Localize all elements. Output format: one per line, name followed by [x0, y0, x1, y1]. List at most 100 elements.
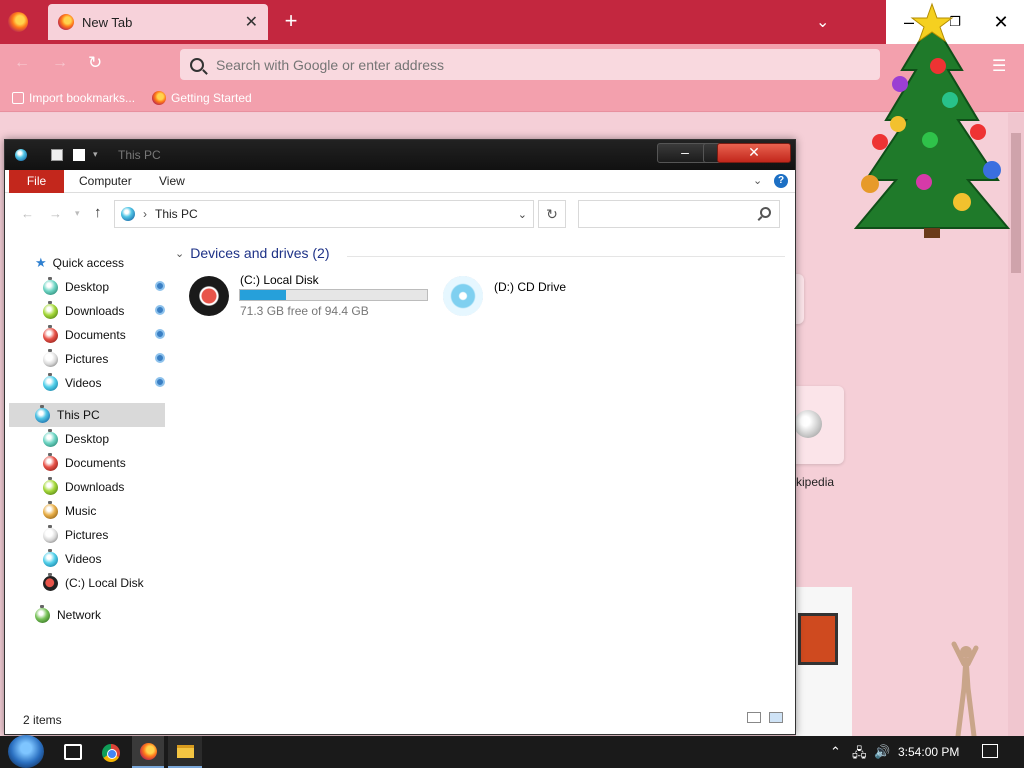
back-arrow-icon[interactable]: ← — [14, 54, 30, 72]
pin-icon — [155, 353, 165, 363]
wikipedia-globe-icon — [794, 410, 822, 438]
bookmark-getting-started[interactable]: Getting Started — [152, 91, 252, 105]
explorer-forward-icon[interactable]: → — [49, 206, 62, 221]
tab-new-tab[interactable]: New Tab ✕ — [48, 4, 268, 40]
nav-network[interactable]: Network — [9, 603, 165, 627]
nav-label: Quick access — [52, 256, 125, 270]
nav-this-pc[interactable]: This PC — [9, 403, 165, 427]
firefox-favicon-icon — [58, 14, 74, 30]
group-divider — [347, 256, 785, 257]
this-pc-icon — [121, 207, 135, 221]
firefox-icon — [140, 743, 157, 760]
nav-pc-local-disk[interactable]: (C:) Local Disk — [9, 571, 165, 595]
nav-quick-desktop[interactable]: Desktop — [9, 275, 165, 299]
taskbar-file-explorer[interactable] — [168, 736, 202, 768]
close-tab-icon[interactable]: ✕ — [245, 12, 258, 32]
pin-icon — [155, 329, 165, 339]
breadcrumb-bar[interactable]: › This PC ⌄ — [114, 200, 534, 228]
usage-fill — [240, 290, 286, 300]
nav-quick-pictures[interactable]: Pictures — [9, 347, 165, 371]
nav-label: (C:) Local Disk — [65, 576, 144, 590]
drive-d-name: (D:) CD Drive — [494, 280, 566, 294]
documents-icon — [43, 452, 58, 471]
nav-label: Desktop — [65, 432, 110, 446]
tab-view[interactable]: View — [145, 170, 199, 193]
nav-quick-access[interactable]: ★ Quick access — [9, 251, 165, 275]
cd-drive-icon — [443, 276, 483, 316]
explorer-back-icon[interactable]: ← — [21, 206, 34, 221]
breadcrumb[interactable]: This PC — [155, 207, 518, 221]
address-bar[interactable] — [180, 49, 880, 80]
status-bar — [5, 712, 795, 734]
documents-icon — [43, 324, 58, 343]
firefox-favicon-icon — [152, 91, 166, 105]
network-icon — [35, 604, 50, 623]
chrome-icon[interactable] — [102, 744, 120, 762]
action-center-icon[interactable] — [982, 744, 998, 758]
local-disk-icon — [189, 276, 229, 316]
forward-arrow-icon[interactable]: → — [52, 54, 68, 72]
recent-locations-chevron-icon[interactable]: ▾ — [75, 208, 80, 219]
nav-label: Downloads — [65, 480, 125, 494]
drive-c-name: (C:) Local Disk — [240, 273, 319, 287]
bookmark-import[interactable]: Import bookmarks... — [12, 91, 135, 105]
list-all-tabs-chevron-icon[interactable]: ⌄ — [816, 12, 829, 32]
file-explorer-window: ▾ This PC ‒ ▭ ✕ File Computer View ⌄ ? ←… — [4, 139, 796, 735]
bookmark-label: Import bookmarks... — [29, 91, 136, 105]
customize-qat-chevron-icon[interactable]: ▾ — [93, 149, 105, 161]
bookmark-label: Getting Started — [171, 91, 252, 105]
this-pc-icon — [35, 404, 50, 423]
up-arrow-icon[interactable]: ↑ — [94, 204, 102, 221]
properties-icon[interactable] — [51, 149, 63, 161]
reload-icon[interactable]: ↻ — [88, 53, 102, 73]
address-input[interactable] — [216, 56, 870, 73]
new-folder-icon[interactable] — [73, 149, 85, 161]
drive-c-free-space: 71.3 GB free of 94.4 GB — [240, 304, 369, 318]
network-status-icon[interactable]: 🖧 — [852, 744, 867, 766]
downloads-icon — [43, 300, 58, 319]
desktop-icon — [43, 428, 58, 447]
tab-title: New Tab — [82, 14, 133, 30]
nav-label: Downloads — [65, 304, 125, 318]
explorer-close-button[interactable]: ✕ — [717, 143, 791, 163]
show-hidden-icons-chevron-icon[interactable]: ⌃ — [830, 744, 841, 760]
star-icon: ★ — [35, 255, 47, 270]
firefox-menu-icon[interactable] — [8, 12, 28, 32]
nav-pc-music[interactable]: Music — [9, 499, 165, 523]
nav-quick-documents[interactable]: Documents — [9, 323, 165, 347]
nav-quick-downloads[interactable]: Downloads — [9, 299, 165, 323]
new-tab-button[interactable]: + — [280, 10, 302, 34]
explorer-title-bar[interactable]: ▾ This PC ‒ ▭ ✕ — [5, 140, 795, 170]
address-history-chevron-icon[interactable]: ⌄ — [518, 208, 527, 221]
breadcrumb-separator-icon[interactable]: › — [143, 207, 147, 221]
task-view-icon[interactable] — [64, 744, 82, 760]
help-icon[interactable]: ? — [774, 174, 788, 188]
volume-icon[interactable]: 🔊 — [874, 744, 890, 760]
nav-pc-downloads[interactable]: Downloads — [9, 475, 165, 499]
shortcut-tile-wikipedia[interactable] — [790, 386, 844, 464]
nav-pc-videos[interactable]: Videos — [9, 547, 165, 571]
tab-file[interactable]: File — [9, 170, 64, 193]
highlight-card[interactable] — [796, 587, 852, 737]
search-box[interactable] — [578, 200, 780, 228]
details-view-icon[interactable] — [747, 712, 761, 723]
item-count: 2 items — [23, 713, 62, 727]
expand-ribbon-chevron-icon[interactable]: ⌄ — [753, 174, 762, 187]
devices-group-header[interactable]: ⌄ Devices and drives (2) — [175, 245, 330, 261]
taskbar-firefox[interactable] — [132, 736, 164, 768]
nav-pc-documents[interactable]: Documents — [9, 451, 165, 475]
nav-quick-videos[interactable]: Videos — [9, 371, 165, 395]
drive-d-item[interactable] — [441, 270, 591, 322]
large-icons-view-icon[interactable] — [769, 712, 783, 723]
start-button[interactable] — [8, 735, 44, 768]
collapse-chevron-icon[interactable]: ⌄ — [175, 247, 184, 260]
nav-label: Videos — [65, 552, 102, 566]
tab-computer[interactable]: Computer — [65, 170, 146, 193]
pictures-icon — [43, 524, 58, 543]
downloads-icon — [43, 476, 58, 495]
refresh-button[interactable]: ↻ — [538, 200, 566, 228]
window-title: This PC — [118, 148, 161, 162]
nav-pc-desktop[interactable]: Desktop — [9, 427, 165, 451]
nav-pc-pictures[interactable]: Pictures — [9, 523, 165, 547]
clock[interactable]: 3:54:00 PM — [898, 745, 959, 759]
